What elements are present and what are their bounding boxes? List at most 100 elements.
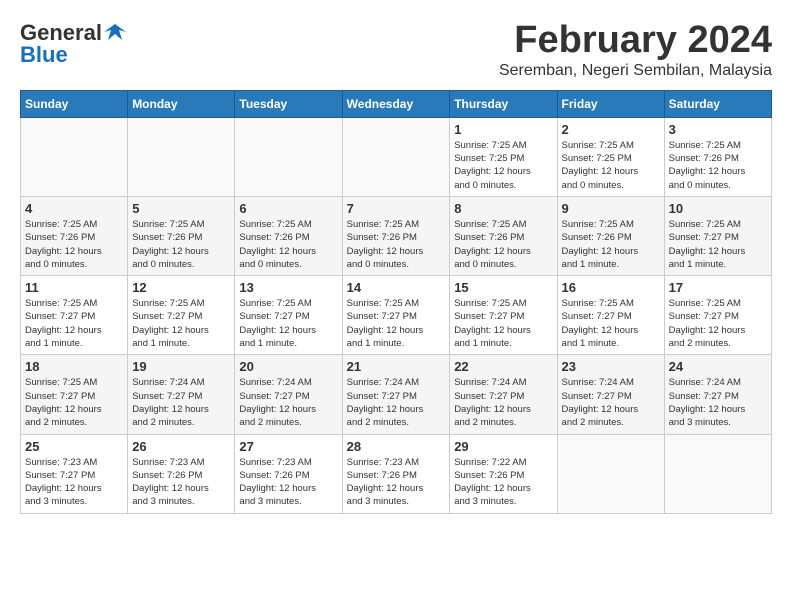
calendar-cell: 26 Sunrise: 7:23 AM Sunset: 7:26 PM Dayli… [128,434,235,513]
calendar-cell [557,434,664,513]
day-info: Sunrise: 7:25 AM Sunset: 7:27 PM Dayligh… [669,297,767,350]
day-info: Sunrise: 7:25 AM Sunset: 7:26 PM Dayligh… [347,218,446,271]
calendar-cell: 22Sunrise: 7:24 AM Sunset: 7:27 PM Dayli… [450,355,557,434]
calendar-cell: 27 Sunrise: 7:23 AM Sunset: 7:26 PM Dayli… [235,434,342,513]
day-info: Sunrise: 7:25 AM Sunset: 7:26 PM Dayligh… [669,139,767,192]
logo-blue: Blue [20,42,68,68]
calendar-cell: 24 Sunrise: 7:24 AM Sunset: 7:27 PM Dayli… [664,355,771,434]
logo-bird-icon [104,22,126,42]
day-number: 9 [562,201,660,216]
day-info: Sunrise: 7:23 AM Sunset: 7:26 PM Dayligh… [239,456,337,509]
logo: General Blue [20,20,126,68]
day-number: 22 [454,359,552,374]
day-info: Sunrise: 7:25 AM Sunset: 7:27 PM Dayligh… [25,376,123,429]
day-number: 5 [132,201,230,216]
day-number: 7 [347,201,446,216]
day-number: 18 [25,359,123,374]
calendar-cell: 25 Sunrise: 7:23 AM Sunset: 7:27 PM Dayli… [21,434,128,513]
weekday-header-thursday: Thursday [450,90,557,117]
day-number: 20 [239,359,337,374]
title-block: February 2024 Seremban, Negeri Sembilan,… [499,20,772,80]
day-number: 28 [347,439,446,454]
calendar-cell: 29 Sunrise: 7:22 AM Sunset: 7:26 PM Dayli… [450,434,557,513]
day-info: Sunrise: 7:25 AM Sunset: 7:26 PM Dayligh… [25,218,123,271]
day-info: Sunrise: 7:25 AM Sunset: 7:27 PM Dayligh… [562,297,660,350]
day-number: 17 [669,280,767,295]
day-info: Sunrise: 7:23 AM Sunset: 7:26 PM Dayligh… [132,456,230,509]
calendar-cell: 9 Sunrise: 7:25 AM Sunset: 7:26 PM Daylig… [557,196,664,275]
day-info: Sunrise: 7:25 AM Sunset: 7:27 PM Dayligh… [669,218,767,271]
weekday-header-wednesday: Wednesday [342,90,450,117]
day-info: Sunrise: 7:24 AM Sunset: 7:27 PM Dayligh… [347,376,446,429]
day-info: Sunrise: 7:23 AM Sunset: 7:26 PM Dayligh… [347,456,446,509]
calendar-cell: 28 Sunrise: 7:23 AM Sunset: 7:26 PM Dayli… [342,434,450,513]
calendar-cell: 7 Sunrise: 7:25 AM Sunset: 7:26 PM Daylig… [342,196,450,275]
calendar-cell: 19 Sunrise: 7:24 AM Sunset: 7:27 PM Dayli… [128,355,235,434]
calendar-cell: 15 Sunrise: 7:25 AM Sunset: 7:27 PM Dayli… [450,276,557,355]
day-number: 16 [562,280,660,295]
calendar-cell: 16 Sunrise: 7:25 AM Sunset: 7:27 PM Dayli… [557,276,664,355]
day-number: 10 [669,201,767,216]
page-header: General Blue February 2024 Seremban, Neg… [20,20,772,80]
calendar-cell: 5 Sunrise: 7:25 AM Sunset: 7:26 PM Daylig… [128,196,235,275]
day-number: 1 [454,122,552,137]
day-info: Sunrise: 7:24 AM Sunset: 7:27 PM Dayligh… [239,376,337,429]
day-info: Sunrise: 7:25 AM Sunset: 7:27 PM Dayligh… [454,297,552,350]
location-title: Seremban, Negeri Sembilan, Malaysia [499,62,772,80]
day-info: Sunrise: 7:25 AM Sunset: 7:25 PM Dayligh… [562,139,660,192]
day-info: Sunrise: 7:25 AM Sunset: 7:26 PM Dayligh… [454,218,552,271]
calendar-week-row: 11Sunrise: 7:25 AM Sunset: 7:27 PM Dayli… [21,276,772,355]
day-info: Sunrise: 7:22 AM Sunset: 7:26 PM Dayligh… [454,456,552,509]
calendar-cell: 4Sunrise: 7:25 AM Sunset: 7:26 PM Daylig… [21,196,128,275]
calendar-week-row: 1 Sunrise: 7:25 AM Sunset: 7:25 PM Daylig… [21,117,772,196]
day-info: Sunrise: 7:24 AM Sunset: 7:27 PM Dayligh… [562,376,660,429]
day-info: Sunrise: 7:24 AM Sunset: 7:27 PM Dayligh… [669,376,767,429]
calendar-cell: 3 Sunrise: 7:25 AM Sunset: 7:26 PM Daylig… [664,117,771,196]
calendar-cell: 14Sunrise: 7:25 AM Sunset: 7:27 PM Dayli… [342,276,450,355]
weekday-header-tuesday: Tuesday [235,90,342,117]
day-info: Sunrise: 7:25 AM Sunset: 7:27 PM Dayligh… [347,297,446,350]
day-number: 26 [132,439,230,454]
day-number: 15 [454,280,552,295]
calendar-cell [664,434,771,513]
calendar-cell: 21 Sunrise: 7:24 AM Sunset: 7:27 PM Dayli… [342,355,450,434]
day-info: Sunrise: 7:24 AM Sunset: 7:27 PM Dayligh… [132,376,230,429]
day-number: 13 [239,280,337,295]
day-number: 25 [25,439,123,454]
calendar-header-row: SundayMondayTuesdayWednesdayThursdayFrid… [21,90,772,117]
day-info: Sunrise: 7:25 AM Sunset: 7:26 PM Dayligh… [562,218,660,271]
day-number: 27 [239,439,337,454]
calendar-cell: 1 Sunrise: 7:25 AM Sunset: 7:25 PM Daylig… [450,117,557,196]
day-number: 8 [454,201,552,216]
calendar-cell: 8 Sunrise: 7:25 AM Sunset: 7:26 PM Daylig… [450,196,557,275]
day-number: 19 [132,359,230,374]
day-info: Sunrise: 7:25 AM Sunset: 7:27 PM Dayligh… [132,297,230,350]
day-info: Sunrise: 7:23 AM Sunset: 7:27 PM Dayligh… [25,456,123,509]
day-number: 21 [347,359,446,374]
day-info: Sunrise: 7:25 AM Sunset: 7:25 PM Dayligh… [454,139,552,192]
calendar-cell: 13 Sunrise: 7:25 AM Sunset: 7:27 PM Dayli… [235,276,342,355]
day-number: 3 [669,122,767,137]
weekday-header-monday: Monday [128,90,235,117]
day-info: Sunrise: 7:25 AM Sunset: 7:27 PM Dayligh… [25,297,123,350]
calendar-cell: 11Sunrise: 7:25 AM Sunset: 7:27 PM Dayli… [21,276,128,355]
calendar-week-row: 25 Sunrise: 7:23 AM Sunset: 7:27 PM Dayli… [21,434,772,513]
calendar-cell: 10 Sunrise: 7:25 AM Sunset: 7:27 PM Dayli… [664,196,771,275]
day-number: 23 [562,359,660,374]
calendar-week-row: 18 Sunrise: 7:25 AM Sunset: 7:27 PM Dayli… [21,355,772,434]
calendar-cell [342,117,450,196]
day-info: Sunrise: 7:25 AM Sunset: 7:26 PM Dayligh… [239,218,337,271]
calendar-cell: 23 Sunrise: 7:24 AM Sunset: 7:27 PM Dayli… [557,355,664,434]
calendar-cell: 20 Sunrise: 7:24 AM Sunset: 7:27 PM Dayli… [235,355,342,434]
day-info: Sunrise: 7:25 AM Sunset: 7:26 PM Dayligh… [132,218,230,271]
weekday-header-saturday: Saturday [664,90,771,117]
calendar-cell: 17 Sunrise: 7:25 AM Sunset: 7:27 PM Dayli… [664,276,771,355]
day-number: 29 [454,439,552,454]
calendar-table: SundayMondayTuesdayWednesdayThursdayFrid… [20,90,772,514]
day-info: Sunrise: 7:25 AM Sunset: 7:27 PM Dayligh… [239,297,337,350]
day-number: 12 [132,280,230,295]
day-number: 24 [669,359,767,374]
weekday-header-sunday: Sunday [21,90,128,117]
day-number: 6 [239,201,337,216]
calendar-cell [21,117,128,196]
